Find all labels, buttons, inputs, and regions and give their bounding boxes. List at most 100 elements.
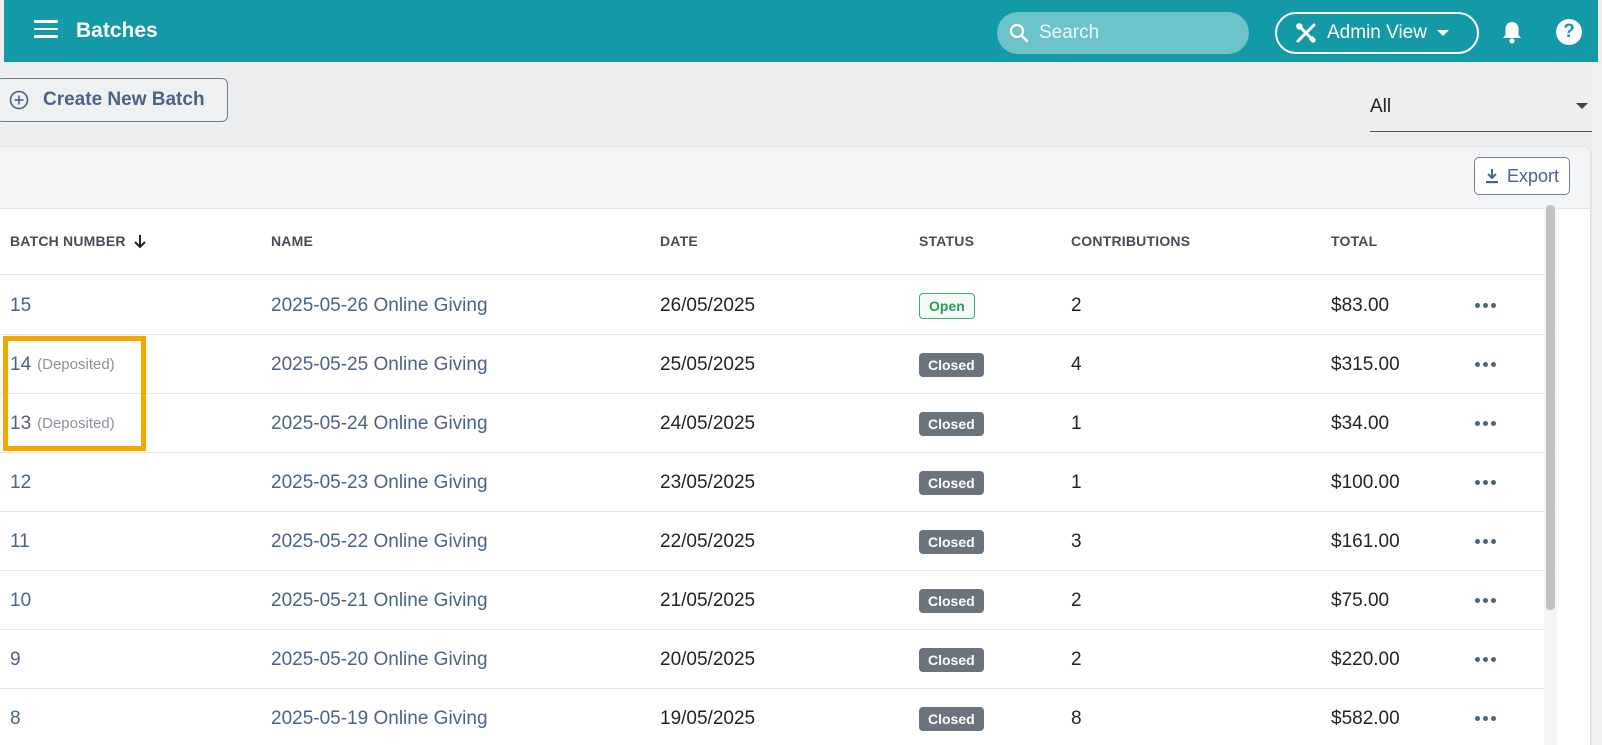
batch-number[interactable]: 11 (10, 531, 30, 553)
more-icon[interactable] (1475, 689, 1496, 745)
contributions-count: 3 (1071, 530, 1082, 552)
batch-number-cell[interactable]: 8 (10, 689, 27, 745)
batch-name-link[interactable]: 2025-05-23 Online Giving (271, 453, 488, 512)
tools-icon (1296, 23, 1317, 44)
table-row[interactable]: 13 (Deposited) 2025-05-24 Online Giving 24/… (0, 394, 1558, 453)
more-icon[interactable] (1475, 394, 1496, 453)
status-filter-value: All (1370, 96, 1392, 117)
contributions-count: 2 (1071, 294, 1082, 316)
admin-view-label: Admin View (1327, 22, 1427, 43)
batch-name-link[interactable]: 2025-05-19 Online Giving (271, 689, 488, 745)
batch-date: 26/05/2025 (660, 294, 756, 316)
deposited-label: (Deposited) (37, 356, 115, 373)
status-cell: Closed (919, 571, 984, 630)
column-header-contributions[interactable]: CONTRIBUTIONS (1071, 233, 1190, 249)
create-new-batch-button[interactable]: Create New Batch (0, 78, 228, 122)
batch-number[interactable]: 13 (10, 413, 31, 435)
status-cell: Closed (919, 453, 984, 512)
help-icon[interactable]: ? (1556, 19, 1582, 45)
status-filter-select[interactable]: All (1370, 84, 1592, 132)
table-row[interactable]: 14 (Deposited) 2025-05-25 Online Giving 25/… (0, 335, 1558, 394)
search-box[interactable] (997, 12, 1249, 54)
column-header-batch-number[interactable]: BATCH NUMBER (10, 233, 148, 249)
status-cell: Closed (919, 630, 984, 689)
batch-date: 22/05/2025 (660, 530, 756, 552)
status-cell: Open (919, 276, 975, 335)
status-badge: Closed (919, 647, 984, 672)
table-row[interactable]: 9 2025-05-20 Online Giving 20/05/2025 Close… (0, 630, 1558, 689)
batch-number[interactable]: 10 (10, 590, 31, 612)
batch-number-cell[interactable]: 15 (10, 276, 37, 335)
batch-name-link[interactable]: 2025-05-21 Online Giving (271, 571, 488, 630)
page-scrollbar[interactable] (1593, 62, 1602, 745)
batch-number-cell[interactable]: 13 (Deposited) (10, 394, 115, 453)
batches-card: Export BATCH NUMBER NAME DATE STATUS CON… (0, 147, 1590, 745)
contributions-count: 1 (1071, 471, 1082, 493)
more-icon[interactable] (1475, 276, 1496, 335)
top-app-bar: Batches Admin View ? (4, 0, 1598, 62)
column-header-name[interactable]: NAME (271, 233, 313, 249)
batch-number[interactable]: 14 (10, 354, 31, 376)
batch-date: 20/05/2025 (660, 648, 756, 670)
batch-number-cell[interactable]: 10 (10, 571, 37, 630)
batch-number-cell[interactable]: 11 (10, 512, 36, 571)
table-row[interactable]: 10 2025-05-21 Online Giving 21/05/2025 Clos… (0, 571, 1558, 630)
batch-date: 24/05/2025 (660, 412, 756, 434)
batch-number[interactable]: 15 (10, 295, 31, 317)
more-icon[interactable] (1475, 512, 1496, 571)
table-header: BATCH NUMBER NAME DATE STATUS CONTRIBUTI… (0, 209, 1558, 275)
status-cell: Closed (919, 394, 984, 453)
status-badge: Open (919, 292, 975, 319)
batch-total: $161.00 (1331, 530, 1400, 552)
batch-number-cell[interactable]: 14 (Deposited) (10, 335, 115, 394)
status-cell: Closed (919, 689, 984, 745)
search-icon (1009, 23, 1029, 43)
page-title: Batches (76, 19, 158, 42)
column-header-status[interactable]: STATUS (919, 233, 974, 249)
status-badge: Closed (919, 411, 984, 436)
more-icon[interactable] (1475, 335, 1496, 394)
batch-date: 19/05/2025 (660, 707, 756, 729)
status-badge: Closed (919, 588, 984, 613)
batch-number-cell[interactable]: 12 (10, 453, 37, 512)
batch-number[interactable]: 8 (10, 708, 21, 730)
more-icon[interactable] (1475, 453, 1496, 512)
more-icon[interactable] (1475, 630, 1496, 689)
table-row[interactable]: 12 2025-05-23 Online Giving 23/05/2025 Clos… (0, 453, 1558, 512)
table-scrollbar[interactable] (1546, 205, 1555, 610)
batch-number-cell[interactable]: 9 (10, 630, 27, 689)
admin-view-button[interactable]: Admin View (1275, 12, 1479, 54)
batch-name-link[interactable]: 2025-05-20 Online Giving (271, 630, 488, 689)
bell-icon[interactable] (1501, 20, 1523, 49)
chevron-down-icon (1436, 30, 1449, 36)
column-header-date[interactable]: DATE (660, 233, 698, 249)
card-toolbar: Export (0, 147, 1590, 209)
batch-name-link[interactable]: 2025-05-26 Online Giving (271, 276, 488, 335)
deposited-label: (Deposited) (37, 415, 115, 432)
batch-total: $34.00 (1331, 412, 1390, 434)
table-row[interactable]: 15 2025-05-26 Online Giving 26/05/2025 Open… (0, 276, 1558, 335)
status-badge: Closed (919, 470, 984, 495)
table-row[interactable]: 11 2025-05-22 Online Giving 22/05/2025 Clos… (0, 512, 1558, 571)
column-header-label: BATCH NUMBER (10, 233, 126, 249)
menu-icon[interactable] (34, 20, 58, 42)
table-row[interactable]: 8 2025-05-19 Online Giving 19/05/2025 Close… (0, 689, 1558, 745)
batch-total: $100.00 (1331, 471, 1400, 493)
contributions-count: 4 (1071, 353, 1082, 375)
download-icon (1485, 169, 1498, 184)
contributions-count: 2 (1071, 648, 1082, 670)
column-header-total[interactable]: TOTAL (1331, 233, 1377, 249)
batch-name-link[interactable]: 2025-05-24 Online Giving (271, 394, 488, 453)
export-button[interactable]: Export (1474, 157, 1570, 195)
batch-name-link[interactable]: 2025-05-22 Online Giving (271, 512, 488, 571)
search-input[interactable] (1039, 12, 1239, 54)
more-icon[interactable] (1475, 571, 1496, 630)
status-cell: Closed (919, 512, 984, 571)
batch-number[interactable]: 12 (10, 472, 31, 494)
status-badge: Closed (919, 706, 984, 731)
batch-name-link[interactable]: 2025-05-25 Online Giving (271, 335, 488, 394)
batch-total: $83.00 (1331, 294, 1390, 316)
contributions-count: 8 (1071, 707, 1082, 729)
batch-number[interactable]: 9 (10, 649, 21, 671)
batch-total: $315.00 (1331, 353, 1400, 375)
